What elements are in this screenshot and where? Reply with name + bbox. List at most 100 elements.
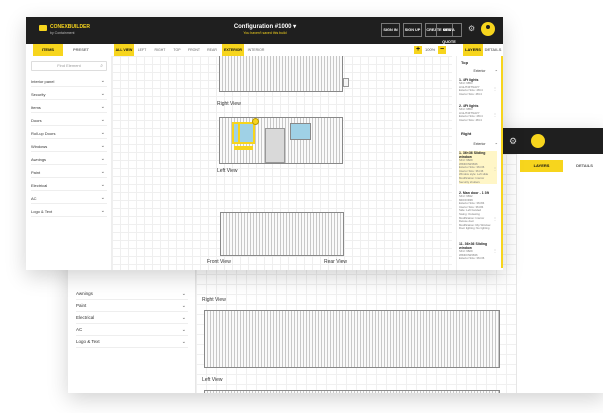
view-tab-rear[interactable]: REAR xyxy=(205,44,219,56)
tab-items[interactable]: ITEMS xyxy=(33,44,63,56)
view-tab-exterior[interactable]: EXTERIOR xyxy=(222,44,244,56)
view-tab-all[interactable]: ALL VIEW xyxy=(114,44,134,56)
category-roll-up-doors[interactable]: Roll-up Doors ⌄ xyxy=(31,128,107,139)
tab-layers[interactable]: LAYERS xyxy=(463,44,483,56)
back-container-left[interactable] xyxy=(204,390,500,393)
toolbar: ITEMS PRESET ALL VIEW LEFT RIGHT TOP FRO… xyxy=(26,44,503,56)
config-save-warning: You haven't saved this build xyxy=(243,31,287,35)
layers-right-exterior-group[interactable]: Exterior ⌃ xyxy=(461,142,498,147)
more-options-icon[interactable]: ⋮ xyxy=(493,86,497,91)
category-items[interactable]: Items ⌄ xyxy=(31,102,107,113)
layer-item-sliding-window-11[interactable]: 11. 36×36 Sliding window SKU: 9829 WINDO… xyxy=(459,242,497,261)
category-label: Windows xyxy=(31,144,48,149)
design-canvas[interactable]: Right View Left View Front View Rear Vie… xyxy=(112,56,452,270)
back-category-logo-text[interactable]: Logo & Text ⌄ xyxy=(76,336,188,348)
window-right[interactable] xyxy=(290,123,311,140)
category-doors[interactable]: Doors ⌄ xyxy=(31,115,107,126)
logo-name: CONEXBUILDER xyxy=(50,24,91,30)
back-category-ac[interactable]: AC ⌄ xyxy=(76,324,188,336)
chevron-down-icon: ⌄ xyxy=(181,291,186,297)
layer-item-lights-2[interactable]: 2. 4Ft lights SKU: 9853 LIGHT4FTNAVY Ext… xyxy=(459,104,497,122)
category-label: Logo & Text xyxy=(76,339,100,344)
chevron-down-icon: ⌄ xyxy=(100,143,105,149)
get-a-quote-button[interactable]: GET A QUOTE xyxy=(436,23,462,44)
chevron-down-icon: ⌄ xyxy=(100,169,105,175)
layer-item-man-door[interactable]: 2. Man door - 1 3ft SKU: 9832 MDOOR36 Ex… xyxy=(459,191,497,231)
chevron-down-icon: ⌄ xyxy=(181,303,186,309)
layers-exterior-group[interactable]: Exterior ⌃ xyxy=(461,69,498,74)
sign-in-button[interactable]: SIGN IN xyxy=(381,23,400,37)
category-label: Logo & Text xyxy=(31,209,53,214)
tab-preset[interactable]: PRESET xyxy=(66,44,96,56)
back-category-awnings[interactable]: Awnings ⌄ xyxy=(76,288,188,300)
category-label: Security xyxy=(31,92,46,97)
more-options-icon[interactable]: ⋮ xyxy=(493,216,497,221)
view-tab-front[interactable]: FRONT xyxy=(186,44,202,56)
more-options-icon[interactable]: ⋮ xyxy=(493,112,497,117)
sign-up-button[interactable]: SIGN UP xyxy=(403,23,422,37)
search-input[interactable]: Find Element ⌕ xyxy=(31,61,107,71)
back-container-right[interactable] xyxy=(204,310,500,368)
back-category-paint[interactable]: Paint ⌄ xyxy=(76,300,188,312)
gear-icon[interactable]: ⚙ xyxy=(508,136,518,146)
category-electrical[interactable]: Electrical ⌄ xyxy=(31,180,107,191)
chevron-down-icon: ⌄ xyxy=(100,195,105,201)
zoom-level: 100% xyxy=(425,47,436,52)
category-awnings[interactable]: Awnings ⌄ xyxy=(31,154,107,165)
category-ac[interactable]: AC ⌄ xyxy=(31,193,107,204)
zoom-out-button[interactable]: − xyxy=(438,46,446,54)
items-panel: Find Element ⌕ Interior panel ⌄ Security ⌄… xyxy=(26,56,112,270)
category-label: Paint xyxy=(76,303,87,308)
back-avatar[interactable] xyxy=(531,134,545,148)
view-tab-left[interactable]: LEFT xyxy=(135,44,149,56)
category-label: Electrical xyxy=(31,183,48,188)
right-view-label: Right View xyxy=(217,101,241,107)
category-label: Interior panel xyxy=(31,79,55,84)
more-options-icon[interactable]: ⋮ xyxy=(493,166,497,171)
layer-detail: Interior Size: 48×4 xyxy=(459,91,482,96)
more-options-icon[interactable]: ⋮ xyxy=(493,248,497,253)
back-category-electrical[interactable]: Electrical ⌄ xyxy=(76,312,188,324)
chevron-down-icon: ⌄ xyxy=(100,182,105,188)
category-security[interactable]: Security ⌄ xyxy=(31,89,107,100)
tab-details[interactable]: DETAILS xyxy=(483,44,503,56)
main-window: CONEXBUILDER by Containment Configuratio… xyxy=(26,17,503,270)
category-interior-panel[interactable]: Interior panel ⌄ xyxy=(31,76,107,87)
chevron-up-icon: ⌃ xyxy=(494,69,498,74)
category-logo-text[interactable]: Logo & Text ⌄ xyxy=(31,206,107,217)
view-tab-right[interactable]: RIGHT xyxy=(152,44,168,56)
view-tab-top[interactable]: TOP xyxy=(171,44,183,56)
user-avatar[interactable] xyxy=(481,22,495,36)
search-icon: ⌕ xyxy=(100,63,103,69)
container-left-view[interactable] xyxy=(220,212,344,256)
rear-view-label: Rear View xyxy=(324,259,347,265)
category-label: AC xyxy=(31,196,37,201)
left-view-label: Left View xyxy=(217,168,238,174)
selected-window-left[interactable] xyxy=(232,122,255,144)
layer-item-sliding-window-selected[interactable]: 1. 36×36 Sliding window SKU: 9829 WINDOW… xyxy=(459,151,497,185)
category-windows[interactable]: Windows ⌄ xyxy=(31,141,107,152)
layers-scrollbar[interactable] xyxy=(501,56,503,268)
back-left-view-label: Left View xyxy=(202,377,223,383)
man-door[interactable] xyxy=(265,128,285,163)
logo-tagline: by Containment xyxy=(50,31,75,35)
gear-icon[interactable]: ⚙ xyxy=(468,24,475,34)
layer-item-lights-1[interactable]: 1. 4Ft lights SKU: 9853 LIGHT4FTNAVY Ext… xyxy=(459,78,497,96)
chevron-down-icon: ⌄ xyxy=(100,156,105,162)
layer-detail: Interior Size: 48×4 xyxy=(459,117,482,122)
top-bar: CONEXBUILDER by Containment Configuratio… xyxy=(26,17,503,44)
category-paint[interactable]: Paint ⌄ xyxy=(31,167,107,178)
layers-top-heading: Top xyxy=(461,60,469,65)
layers-panel: Top Exterior ⌃ 1. 4Ft lights SKU: 9853 LI… xyxy=(456,56,503,270)
view-tab-interior[interactable]: INTERIOR xyxy=(246,44,266,56)
container-top-view[interactable] xyxy=(219,56,343,92)
selection-handle-icon[interactable] xyxy=(252,118,259,125)
config-title[interactable]: Configuration #1000 ▾ xyxy=(225,23,305,30)
group-label: Exterior xyxy=(473,69,486,73)
category-label: Awnings xyxy=(31,157,47,162)
chevron-down-icon: ⌄ xyxy=(100,104,105,110)
layer-detail: Door lighting: No lighting xyxy=(459,226,490,231)
layer-detail: Security shutters xyxy=(459,179,480,184)
zoom-in-button[interactable]: + xyxy=(414,46,422,54)
category-label: Doors xyxy=(31,118,42,123)
